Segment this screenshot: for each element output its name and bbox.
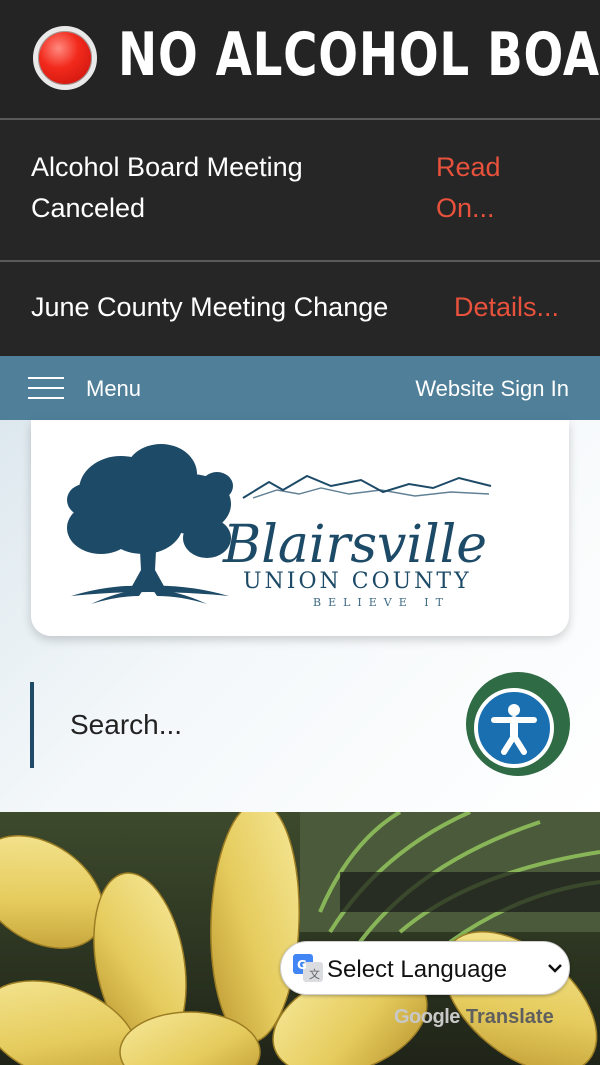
logo-tagline: BELIEVE IT (313, 596, 450, 609)
alert-banner[interactable]: NO ALCOHOL BOARD MEETING (0, 0, 600, 118)
alert-title[interactable]: NO ALCOHOL BOARD MEETING (118, 20, 600, 90)
chevron-down-icon (548, 964, 562, 973)
accessibility-person-icon (474, 688, 554, 768)
translate-label: Translate (465, 1006, 554, 1028)
header-area: Blairsville UNION COUNTY BELIEVE IT (0, 420, 600, 812)
google-wordmark: Google (394, 1006, 460, 1028)
select-language-label: Select Language (327, 956, 508, 983)
logo-script-name: Blairsville (222, 515, 487, 575)
news-title[interactable]: Alcohol Board Meeting Canceled (31, 147, 371, 229)
google-translate-credit[interactable]: Google Translate (394, 1006, 554, 1029)
google-translate-icon: G 文 (293, 954, 323, 982)
read-on-link[interactable]: Read On... (436, 147, 536, 229)
news-item[interactable]: June County Meeting Change Details... (0, 260, 600, 356)
blairsville-logo-graphic: Blairsville UNION COUNTY BELIEVE IT (67, 444, 492, 609)
website-sign-in-link[interactable]: Website Sign In (415, 376, 569, 402)
accessibility-button[interactable] (466, 672, 570, 776)
red-alert-dot-icon (33, 26, 97, 90)
logo-county: UNION COUNTY (243, 569, 472, 594)
menu-button[interactable]: Menu (86, 376, 141, 402)
nav-bar: Menu Website Sign In (0, 356, 600, 420)
svg-text:G: G (297, 958, 307, 972)
details-link[interactable]: Details... (454, 287, 559, 328)
news-item[interactable]: Alcohol Board Meeting Canceled Read On..… (0, 118, 600, 260)
hamburger-icon[interactable] (28, 377, 64, 399)
search-input[interactable] (70, 704, 450, 746)
site-logo[interactable]: Blairsville UNION COUNTY BELIEVE IT (31, 420, 569, 636)
news-title[interactable]: June County Meeting Change (31, 287, 388, 328)
language-select[interactable]: G 文 Select Language (280, 941, 570, 995)
search-box (30, 682, 460, 768)
svg-text:文: 文 (309, 967, 320, 981)
